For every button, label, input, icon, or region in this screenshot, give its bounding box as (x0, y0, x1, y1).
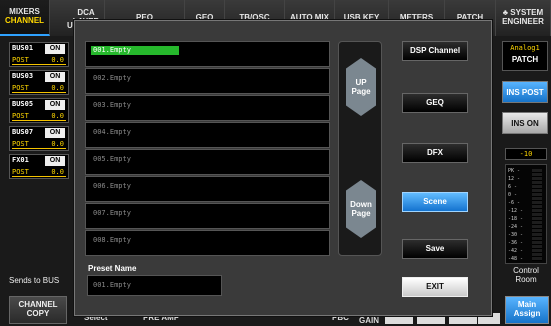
dfx-button[interactable]: DFX (402, 143, 468, 163)
channel-copy-button[interactable]: CHANNEL COPY (9, 296, 67, 324)
ins-on-button[interactable]: INS ON (502, 112, 548, 134)
bus-level-bar (12, 176, 66, 177)
page-down-label: Down Page (350, 199, 372, 218)
geq-button[interactable]: GEQ (402, 93, 468, 113)
meter-value-display: -10 (505, 148, 547, 160)
bus-on-button[interactable]: ON (45, 44, 65, 54)
save-button[interactable]: Save (402, 239, 468, 259)
bus-name: BUS01 (12, 44, 34, 52)
bus-level-bar (12, 64, 66, 65)
meter-scale-tick: 12 - (508, 176, 521, 182)
meter-scale: PK - 12 - 6 - 0 - -6 - -12 - -18 - -24 - -30 - -3… (508, 167, 523, 263)
preset-name: 003.Empty (93, 101, 131, 109)
bus-send-value: 0.0 (51, 140, 64, 148)
tab-mixers-channel[interactable]: MIXERS CHANNEL (0, 0, 50, 36)
meter-scale-tick: -24 - (508, 224, 524, 230)
scene-button[interactable]: Scene (402, 192, 468, 212)
bus-name: BUS05 (12, 100, 34, 108)
bus-strip-bus01[interactable]: BUS01 ON POST 0.0 (9, 42, 69, 67)
main-assign-button[interactable]: Main Assign (505, 296, 549, 324)
level-meter: PK - 12 - 6 - 0 - -6 - -12 - -18 - -24 - -30 - -3… (505, 164, 547, 264)
bus-name: BUS07 (12, 128, 34, 136)
preset-row[interactable]: 008.Empty (85, 230, 330, 256)
preset-row[interactable]: 005.Empty (85, 149, 330, 175)
preset-name: 005.Empty (93, 155, 131, 163)
bus-strip-fx01[interactable]: FX01 ON POST 0.0 (9, 154, 69, 179)
bus-on-button[interactable]: ON (45, 128, 65, 138)
preset-row[interactable]: 006.Empty (85, 176, 330, 202)
preset-library-dialog: 001.Empty 002.Empty 003.Empty 004.Empty … (74, 20, 492, 316)
preset-name-field[interactable]: 001.Empty (87, 275, 222, 296)
insert-source-display[interactable]: Analog1 PATCH (502, 41, 548, 71)
bus-on-button[interactable]: ON (45, 72, 65, 82)
bus-strip-bus03[interactable]: BUS03 ON POST 0.0 (9, 70, 69, 95)
bus-post-label: POST (12, 112, 29, 120)
patch-label: PATCH (511, 55, 539, 64)
page-down-button[interactable]: Down Page (346, 180, 376, 238)
meter-scale-tick: PK - (508, 168, 521, 174)
preset-row[interactable]: 002.Empty (85, 68, 330, 94)
bus-send-value: 0.0 (51, 84, 64, 92)
preset-row[interactable]: 004.Empty (85, 122, 330, 148)
bus-strip-bus05[interactable]: BUS05 ON POST 0.0 (9, 98, 69, 123)
background-gain-label: GAIN (359, 316, 379, 325)
preset-list: 001.Empty 002.Empty 003.Empty 004.Empty … (85, 41, 330, 257)
preset-name: 001.Empty (91, 46, 179, 55)
tab-sublabel: ENGINEER (502, 17, 544, 26)
dsp-channel-button[interactable]: DSP Channel (402, 41, 468, 61)
bus-post-label: POST (12, 140, 29, 148)
preset-name: 004.Empty (93, 128, 131, 136)
tab-sublabel: CHANNEL (4, 16, 45, 25)
preset-row[interactable]: 001.Empty (85, 41, 330, 67)
bus-strip-bus07[interactable]: BUS07 ON POST 0.0 (9, 126, 69, 151)
bus-level-bar (12, 92, 66, 93)
meter-scale-tick: 6 - (508, 184, 518, 190)
bus-name: FX01 (12, 156, 29, 164)
preset-name: 008.Empty (93, 236, 131, 244)
bus-send-value: 0.0 (51, 168, 64, 176)
bus-level-bar (12, 120, 66, 121)
analog-source-value: Analog1 (510, 44, 540, 52)
preset-row[interactable]: 003.Empty (85, 95, 330, 121)
meter-segments (532, 169, 542, 261)
preset-name: 002.Empty (93, 74, 131, 82)
preset-name: 007.Empty (93, 209, 131, 217)
background-tab-fragment: U (67, 21, 73, 30)
page-navigation: UP Page Down Page (338, 41, 382, 256)
meter-scale-tick: -30 - (508, 232, 524, 238)
meter-scale-tick: -36 - (508, 240, 524, 246)
bus-send-value: 0.0 (51, 112, 64, 120)
tab-system-engineer[interactable]: ♣ SYSTEM ENGINEER (496, 0, 551, 36)
meter-scale-tick: -42 - (508, 248, 524, 254)
bus-post-label: POST (12, 168, 29, 176)
preset-row[interactable]: 007.Empty (85, 203, 330, 229)
preset-name-label: Preset Name (88, 264, 137, 273)
page-up-label: UP Page (351, 77, 371, 96)
meter-scale-tick: -6 - (508, 200, 521, 206)
meter-scale-tick: -12 - (508, 208, 524, 214)
bus-on-button[interactable]: ON (45, 156, 65, 166)
meter-scale-tick: 0 - (508, 192, 518, 198)
control-room-label: Control Room (513, 266, 539, 284)
bus-send-value: 0.0 (51, 56, 64, 64)
exit-button[interactable]: EXIT (402, 277, 468, 297)
bus-on-button[interactable]: ON (45, 100, 65, 110)
meter-scale-tick: -18 - (508, 216, 524, 222)
bus-post-label: POST (12, 56, 29, 64)
bus-level-bar (12, 148, 66, 149)
meter-scale-tick: -48 - (508, 256, 524, 262)
page-up-button[interactable]: UP Page (346, 58, 376, 116)
preset-name: 006.Empty (93, 182, 131, 190)
bus-post-label: POST (12, 84, 29, 92)
bus-name: BUS03 (12, 72, 34, 80)
sends-to-bus-label: Sends to BUS (9, 276, 60, 285)
ins-post-button[interactable]: INS POST (502, 81, 548, 103)
